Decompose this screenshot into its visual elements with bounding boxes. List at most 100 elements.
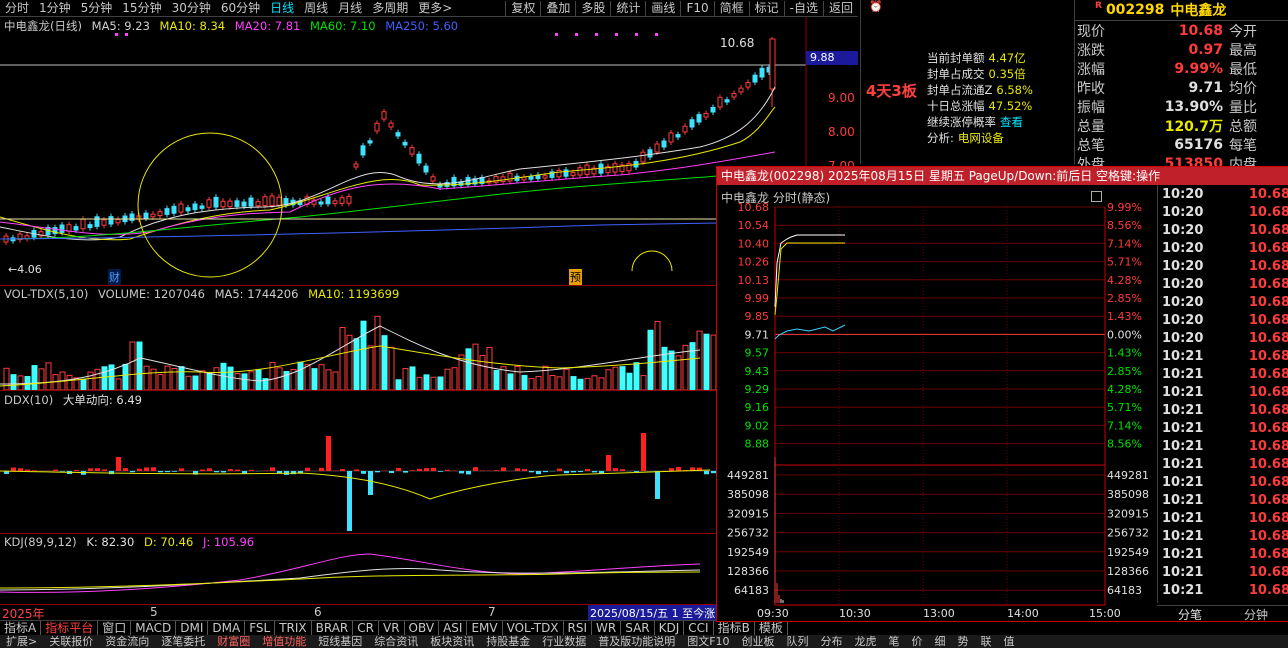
status-item-2[interactable]: 资金流向 — [99, 635, 155, 648]
period-3[interactable]: 15分钟 — [117, 1, 166, 16]
indicator-tab-1[interactable]: 指标平台 — [41, 621, 99, 635]
tick-list[interactable]: 10:20 10.68 10:20 10.68 10:20 10.68 10:20 10.68… — [1157, 185, 1288, 603]
quote-label: 振幅 — [1077, 99, 1105, 116]
status-item-18[interactable]: 价 — [906, 635, 929, 648]
indicator-tab-8[interactable]: BRAR — [312, 621, 354, 635]
popup-title[interactable]: 中电鑫龙(002298) 2025年08月15日 星期五 PageUp/Down… — [717, 167, 1288, 185]
ddx-bar — [319, 467, 324, 471]
status-item-3[interactable]: 逐笔委托 — [155, 635, 211, 648]
period-6[interactable]: 日线 — [265, 1, 299, 16]
volume-bar — [108, 364, 115, 390]
status-item-10[interactable]: 行业数据 — [536, 635, 592, 648]
indicator-tab-0[interactable]: 指标A — [0, 621, 42, 635]
ddx-bar — [354, 469, 359, 471]
marker-cai[interactable]: 财 — [108, 269, 121, 285]
tool-1[interactable]: 叠加 — [540, 0, 575, 16]
period-7[interactable]: 周线 — [299, 1, 333, 16]
tool-6[interactable]: 简框 — [713, 0, 749, 16]
indicator-tab-7[interactable]: TRIX — [275, 621, 312, 635]
ddx-bar — [88, 468, 93, 471]
tick-time: 10:20 — [1162, 330, 1204, 346]
period-4[interactable]: 30分钟 — [167, 1, 216, 16]
status-item-0[interactable]: 扩展> — [0, 635, 43, 648]
status-item-4[interactable]: 财富圈 — [211, 635, 256, 648]
tool-0[interactable]: 复权 — [505, 0, 540, 16]
tool-3[interactable]: 统计 — [610, 0, 645, 16]
ddx-bar — [179, 468, 184, 471]
status-item-14[interactable]: 队列 — [781, 635, 815, 648]
indicator-tab-4[interactable]: DMI — [176, 621, 209, 635]
period-2[interactable]: 5分钟 — [76, 1, 118, 16]
period-5[interactable]: 60分钟 — [216, 1, 265, 16]
tick-price: 10.68 — [1248, 564, 1288, 580]
status-item-22[interactable]: 值 — [998, 635, 1021, 648]
indicator-tab-11[interactable]: OBV — [405, 621, 440, 635]
kdj-chart[interactable] — [0, 534, 806, 604]
intraday-chart[interactable]: 10.68 9.99% 10.54 8.56% 10.40 7.14% 10.26 5.71%… — [717, 203, 1157, 621]
vol-tick-r: 256732 — [1107, 527, 1149, 540]
volume-chart[interactable] — [0, 286, 806, 390]
status-item-13[interactable]: 创业板 — [736, 635, 781, 648]
period-0[interactable]: 分时 — [0, 1, 34, 16]
status-item-21[interactable]: 联 — [975, 635, 998, 648]
marker-yu[interactable]: 预 — [569, 269, 582, 285]
period-1[interactable]: 1分钟 — [34, 1, 76, 16]
ddx-chart[interactable] — [0, 391, 806, 533]
status-item-6[interactable]: 短线基因 — [312, 635, 368, 648]
period-9[interactable]: 多周期 — [367, 1, 413, 16]
tool-8[interactable]: -自选 — [783, 0, 823, 16]
status-item-17[interactable]: 笔 — [883, 635, 906, 648]
intraday-popup[interactable]: 中电鑫龙(002298) 2025年08月15日 星期五 PageUp/Down… — [716, 166, 1288, 622]
volume-bar — [549, 375, 556, 390]
tool-5[interactable]: F10 — [680, 0, 713, 16]
info-value[interactable]: 查看 — [1000, 115, 1023, 129]
indicator-tab-20[interactable]: 指标B — [714, 621, 755, 635]
tool-7[interactable]: 标记 — [748, 0, 784, 16]
status-item-12[interactable]: 图文F10 — [681, 635, 735, 648]
indicator-tab-2[interactable]: 窗口 — [98, 621, 132, 635]
tick-price: 10.68 — [1248, 348, 1288, 364]
status-item-8[interactable]: 板块资讯 — [424, 635, 480, 648]
tab-fenbi[interactable]: 分笔 — [1157, 606, 1223, 622]
status-item-11[interactable]: 普及版功能说明 — [592, 635, 681, 648]
candle-body — [381, 111, 387, 120]
status-item-19[interactable]: 细 — [929, 635, 952, 648]
volume-bar — [633, 362, 640, 390]
volume-bar — [115, 378, 122, 390]
status-item-15[interactable]: 分布 — [815, 635, 849, 648]
tab-fenzhong[interactable]: 分钟 — [1223, 606, 1288, 622]
period-10[interactable]: 更多> — [413, 1, 457, 16]
maximize-icon[interactable] — [1091, 191, 1102, 202]
indicator-tab-18[interactable]: KDJ — [655, 621, 685, 635]
status-item-1[interactable]: 关联报价 — [43, 635, 99, 648]
tick-time: 10:21 — [1162, 492, 1204, 508]
candle-body — [682, 125, 688, 133]
indicator-tab-14[interactable]: VOL-TDX — [503, 621, 564, 635]
candle-body — [367, 140, 373, 144]
tool-2[interactable]: 多股 — [575, 0, 610, 16]
status-item-5[interactable]: 增值功能 — [256, 635, 312, 648]
status-item-7[interactable]: 综合资讯 — [368, 635, 424, 648]
indicator-tab-15[interactable]: RSI — [564, 621, 593, 635]
tool-4[interactable]: 画线 — [645, 0, 680, 16]
indicator-tab-5[interactable]: DMA — [208, 621, 246, 635]
indicator-tab-6[interactable]: FSL — [245, 621, 276, 635]
status-item-20[interactable]: 势 — [952, 635, 975, 648]
indicator-tab-12[interactable]: ASI — [439, 621, 468, 635]
candle-body — [206, 199, 212, 208]
volume-bar — [325, 369, 332, 390]
status-item-9[interactable]: 持股基金 — [480, 635, 536, 648]
indicator-tab-16[interactable]: WR — [592, 621, 622, 635]
period-8[interactable]: 月线 — [333, 1, 367, 16]
indicator-tab-19[interactable]: CCI — [684, 621, 714, 635]
tool-9[interactable]: 返回 — [822, 0, 858, 16]
indicator-tab-10[interactable]: VR — [379, 621, 405, 635]
indicator-tab-13[interactable]: EMV — [467, 621, 503, 635]
status-item-16[interactable]: 龙虎 — [849, 635, 883, 648]
indicator-tab-9[interactable]: CR — [353, 621, 379, 635]
indicator-tab-17[interactable]: SAR — [621, 621, 655, 635]
pct-tick: 7.14% — [1107, 419, 1142, 432]
volume-bar — [703, 333, 710, 390]
indicator-tab-3[interactable]: MACD — [131, 621, 177, 635]
indicator-tab-21[interactable]: 模板 — [755, 621, 788, 635]
